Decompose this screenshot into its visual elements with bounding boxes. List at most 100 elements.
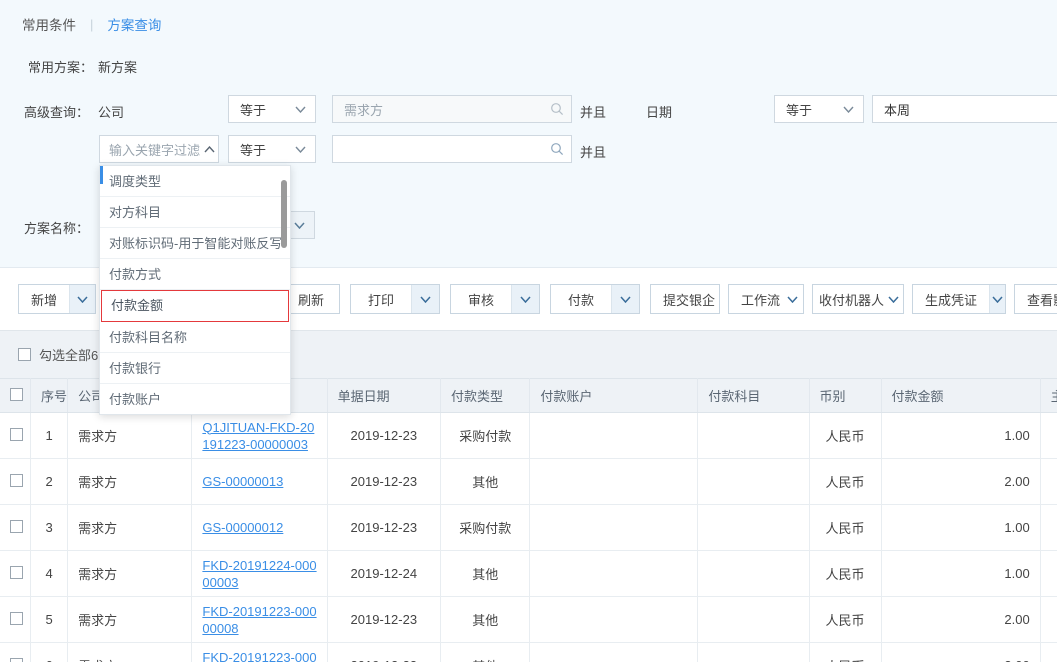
- cell-extra: [1040, 412, 1057, 459]
- dropdown-scrollbar[interactable]: [281, 180, 287, 248]
- search-icon[interactable]: [543, 142, 571, 156]
- dropdown-item-counterparty-subject[interactable]: 对方科目: [100, 197, 290, 228]
- dropdown-item-dispatch-type[interactable]: 调度类型: [100, 166, 290, 197]
- header-currency[interactable]: 币别: [809, 378, 882, 413]
- header-amount[interactable]: 付款金额: [881, 378, 1041, 413]
- cell-pay-account: [529, 458, 699, 505]
- toolbar-button-workflow[interactable]: 工作流: [728, 284, 804, 314]
- chevron-down-icon[interactable]: [782, 285, 803, 313]
- toolbar-button-payment-label: 付款: [567, 292, 594, 308]
- company-search-input[interactable]: 需求方: [332, 95, 572, 123]
- toolbar-button-submit-bank[interactable]: 提交银企: [650, 284, 720, 314]
- row-checkbox-cell[interactable]: [0, 642, 32, 662]
- chevron-down-icon: [285, 106, 315, 113]
- row-checkbox[interactable]: [10, 565, 23, 579]
- chevron-down-icon: [285, 146, 315, 153]
- operator-select-row2-value: 等于: [240, 142, 267, 158]
- payment-table-body: 1 需求方 Q1JITUAN-FKD-20191223-00000003 2019-1…: [0, 412, 1057, 662]
- row-checkbox-cell[interactable]: [0, 458, 32, 505]
- cell-doc-no[interactable]: Q1JITUAN-FKD-20191223-00000003: [191, 412, 328, 459]
- dropdown-item-payment-bank[interactable]: 付款银行: [100, 353, 290, 384]
- operator-select-row1[interactable]: 等于: [228, 95, 316, 123]
- table-row[interactable]: 2 需求方 GS-00000013 2019-12-23 其他 人民币 2.00: [0, 458, 1057, 505]
- chevron-down-icon[interactable]: [611, 285, 639, 313]
- toolbar-button-print[interactable]: 打印: [350, 284, 440, 314]
- toolbar-button-print-label: 打印: [367, 292, 394, 308]
- document-number-link[interactable]: Q1JITUAN-FKD-20191223-00000003: [202, 419, 316, 453]
- operator-select-row1-value: 等于: [240, 102, 267, 118]
- cell-index: 1: [30, 412, 69, 459]
- keyword-filter-combo[interactable]: 输入关键字过滤: [99, 135, 219, 163]
- row-checkbox-cell[interactable]: [0, 550, 32, 597]
- dropdown-item-reconciliation-code[interactable]: 对账标识码-用于智能对账反写: [100, 228, 290, 259]
- toolbar-button-payment[interactable]: 付款: [550, 284, 640, 314]
- tab-common-conditions[interactable]: 常用条件: [22, 14, 90, 34]
- toolbar-button-generate-voucher[interactable]: 生成凭证: [912, 284, 1006, 314]
- cell-pay-type: 其他: [440, 596, 531, 643]
- cell-currency: 人民币: [809, 642, 882, 662]
- keyword-value-input[interactable]: [332, 135, 572, 163]
- cell-pay-subject: [697, 596, 810, 643]
- scheme-label: 常用方案：: [28, 60, 94, 75]
- row-checkbox[interactable]: [10, 519, 23, 533]
- table-row[interactable]: 4 需求方 FKD-20191224-00000003 2019-12-24 其他 人民币…: [0, 550, 1057, 597]
- header-doc-date[interactable]: 单据日期: [327, 378, 442, 413]
- cell-pay-type: 采购付款: [440, 412, 531, 459]
- operator-select-date[interactable]: 等于: [774, 95, 864, 123]
- search-icon[interactable]: [543, 102, 571, 116]
- chevron-down-icon[interactable]: [411, 285, 439, 313]
- operator-select-row2[interactable]: 等于: [228, 135, 316, 163]
- cell-company: 需求方: [67, 550, 193, 597]
- document-number-link[interactable]: FKD-20191224-00000003: [202, 557, 316, 591]
- cell-currency: 人民币: [809, 504, 882, 551]
- cell-doc-no[interactable]: FKD-20191223-00000008: [191, 596, 328, 643]
- toolbar-button-add[interactable]: 新增: [18, 284, 96, 314]
- cell-doc-no[interactable]: GS-00000013: [191, 458, 328, 505]
- chevron-down-icon[interactable]: [884, 285, 903, 313]
- keyword-field-dropdown[interactable]: 调度类型 对方科目 对账标识码-用于智能对账反写 付款方式 付款金额 付款科目名…: [99, 165, 291, 415]
- document-number-link[interactable]: FKD-20191223-00000008: [202, 603, 316, 637]
- chevron-down-icon[interactable]: [511, 285, 539, 313]
- header-index[interactable]: 序号: [30, 378, 69, 413]
- cell-amount: 3.00: [881, 642, 1041, 662]
- document-number-link[interactable]: FKD-20191223-00000001: [202, 649, 316, 662]
- dropdown-item-payment-amount[interactable]: 付款金额: [101, 290, 289, 322]
- toolbar-button-collection-robot[interactable]: 收付机器人: [812, 284, 904, 314]
- cell-pay-type: 其他: [440, 458, 531, 505]
- header-extra[interactable]: 主: [1040, 378, 1057, 413]
- chevron-down-icon[interactable]: [989, 285, 1005, 313]
- table-row[interactable]: 1 需求方 Q1JITUAN-FKD-20191223-00000003 2019-1…: [0, 412, 1057, 459]
- header-select-all-checkbox[interactable]: [10, 387, 23, 401]
- row-checkbox-cell[interactable]: [0, 596, 32, 643]
- cell-doc-no[interactable]: FKD-20191224-00000003: [191, 550, 328, 597]
- row-checkbox[interactable]: [10, 657, 23, 662]
- row-checkbox-cell[interactable]: [0, 504, 32, 551]
- document-number-link[interactable]: GS-00000013: [202, 473, 283, 490]
- cell-doc-no[interactable]: GS-00000012: [191, 504, 328, 551]
- dropdown-item-payment-account[interactable]: 付款账户: [100, 384, 290, 414]
- toolbar-button-audit[interactable]: 审核: [450, 284, 540, 314]
- row-checkbox[interactable]: [10, 427, 23, 441]
- cell-company: 需求方: [67, 504, 193, 551]
- table-row[interactable]: 5 需求方 FKD-20191223-00000008 2019-12-23 其他 人民币…: [0, 596, 1057, 643]
- header-pay-subject[interactable]: 付款科目: [697, 378, 810, 413]
- tab-scheme-query[interactable]: 方案查询: [105, 14, 175, 34]
- toolbar-button-view-image[interactable]: 查看影像: [1014, 284, 1057, 314]
- document-number-link[interactable]: GS-00000012: [202, 519, 283, 536]
- date-value-input[interactable]: 本周: [872, 95, 1057, 123]
- header-pay-account[interactable]: 付款账户: [529, 378, 699, 413]
- dropdown-item-payment-subject-name[interactable]: 付款科目名称: [100, 322, 290, 353]
- header-pay-type[interactable]: 付款类型: [440, 378, 531, 413]
- cell-doc-no[interactable]: FKD-20191223-00000001: [191, 642, 328, 662]
- row-checkbox[interactable]: [10, 473, 23, 487]
- table-row[interactable]: 3 需求方 GS-00000012 2019-12-23 采购付款 人民币 1.00: [0, 504, 1057, 551]
- row-checkbox[interactable]: [10, 611, 23, 625]
- select-all-checkbox[interactable]: [18, 348, 31, 361]
- dropdown-item-payment-method[interactable]: 付款方式: [100, 259, 290, 290]
- table-row[interactable]: 6需求方 FKD-20191223-00000001 2019-12-23其他 人民币…: [0, 642, 1057, 662]
- chevron-down-icon[interactable]: [69, 285, 95, 313]
- field-date-label: 日期: [646, 105, 673, 120]
- row-checkbox-cell[interactable]: [0, 412, 32, 459]
- cell-doc-date: 2019-12-23: [327, 504, 442, 551]
- payment-table-container[interactable]: 序号 公司 单据编号 单据日期 付款类型 付款账户 付款科目 币别 付款金额 主…: [0, 378, 1057, 662]
